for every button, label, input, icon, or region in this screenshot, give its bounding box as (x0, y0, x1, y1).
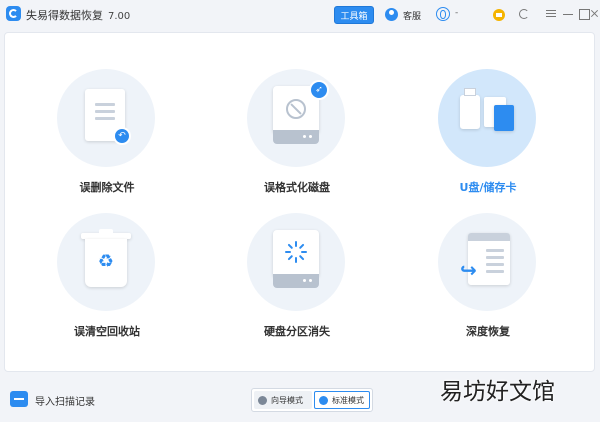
minimize-icon[interactable] (562, 8, 574, 20)
app-version: 7.00 (108, 11, 131, 22)
sd-card-icon (494, 105, 514, 131)
recycle-bin-icon: ♻ (85, 239, 127, 287)
option-circle: ➶ (247, 69, 345, 167)
option-usb-card[interactable]: U盘/储存卡 (418, 69, 558, 209)
close-icon[interactable] (590, 8, 599, 20)
option-label: 误格式化磁盘 (264, 181, 330, 194)
standard-mode-label: 标准模式 (332, 395, 364, 405)
import-scan-record-button[interactable]: 导入扫描记录 (35, 393, 95, 408)
guide-mode-button[interactable]: 向导模式 (254, 391, 312, 409)
watermark: 易坊好文馆 (440, 379, 555, 405)
lost-partition-icon (273, 230, 319, 288)
option-label: U盘/储存卡 (459, 181, 517, 194)
customer-service-icon[interactable] (385, 8, 398, 21)
option-circle: ↪ (438, 213, 536, 311)
undo-badge-icon: ↶ (113, 127, 131, 145)
option-lost-partition[interactable]: 硬盘分区消失 (227, 213, 367, 353)
option-circle (438, 69, 536, 167)
option-recycle-bin[interactable]: ♻ 误清空回收站 (37, 213, 177, 353)
option-deep-recovery[interactable]: ↪ 深度恢复 (418, 213, 558, 353)
account-icon[interactable] (436, 7, 450, 21)
option-circle: ↶ (57, 69, 155, 167)
customer-service-label[interactable]: 客服 (403, 9, 421, 22)
option-deleted-files[interactable]: ↶ 误删除文件 (37, 69, 177, 209)
app-logo-icon (6, 6, 21, 21)
option-label: 误删除文件 (79, 181, 135, 194)
option-circle (247, 213, 345, 311)
menu-icon[interactable] (545, 8, 557, 20)
formatted-disk-icon: ➶ (273, 80, 329, 144)
title-bar: 失易得数据恢复 7.00 工具箱 客服 - (0, 0, 600, 30)
recovery-options-panel: ↶ 误删除文件 ➶ 误格式化磁盘 U盘/储存卡 ♻ 误清空回收站 硬盘分区消失 … (4, 32, 595, 372)
mode-switch: 向导模式 标准模式 (251, 388, 373, 412)
option-formatted-disk[interactable]: ➶ 误格式化磁盘 (227, 69, 367, 209)
option-label: 硬盘分区消失 (264, 325, 330, 338)
toolbox-button[interactable]: 工具箱 (334, 6, 374, 24)
option-label: 深度恢复 (466, 325, 510, 338)
loading-icon (285, 241, 307, 263)
option-circle: ♻ (57, 213, 155, 311)
usb-drive-icon (460, 88, 480, 129)
rocket-badge-icon: ➶ (309, 80, 329, 100)
app-name: 失易得数据恢复 (26, 9, 103, 22)
folder-icon[interactable] (10, 391, 28, 407)
restore-arrow-icon: ↪ (460, 258, 477, 282)
account-label[interactable]: - (455, 8, 458, 18)
standard-mode-button[interactable]: 标准模式 (314, 391, 370, 409)
maximize-icon[interactable] (578, 8, 590, 20)
vip-icon[interactable] (493, 9, 505, 21)
skin-icon[interactable] (518, 8, 530, 20)
standard-mode-icon (319, 395, 328, 405)
app-title: 失易得数据恢复 7.00 (26, 7, 130, 23)
option-label: 误清空回收站 (74, 325, 140, 338)
guide-mode-icon (258, 395, 267, 405)
guide-mode-label: 向导模式 (271, 395, 303, 405)
deleted-file-icon: ↶ (85, 89, 131, 145)
recycle-icon: ♻ (97, 251, 115, 272)
prohibited-icon (286, 99, 306, 119)
